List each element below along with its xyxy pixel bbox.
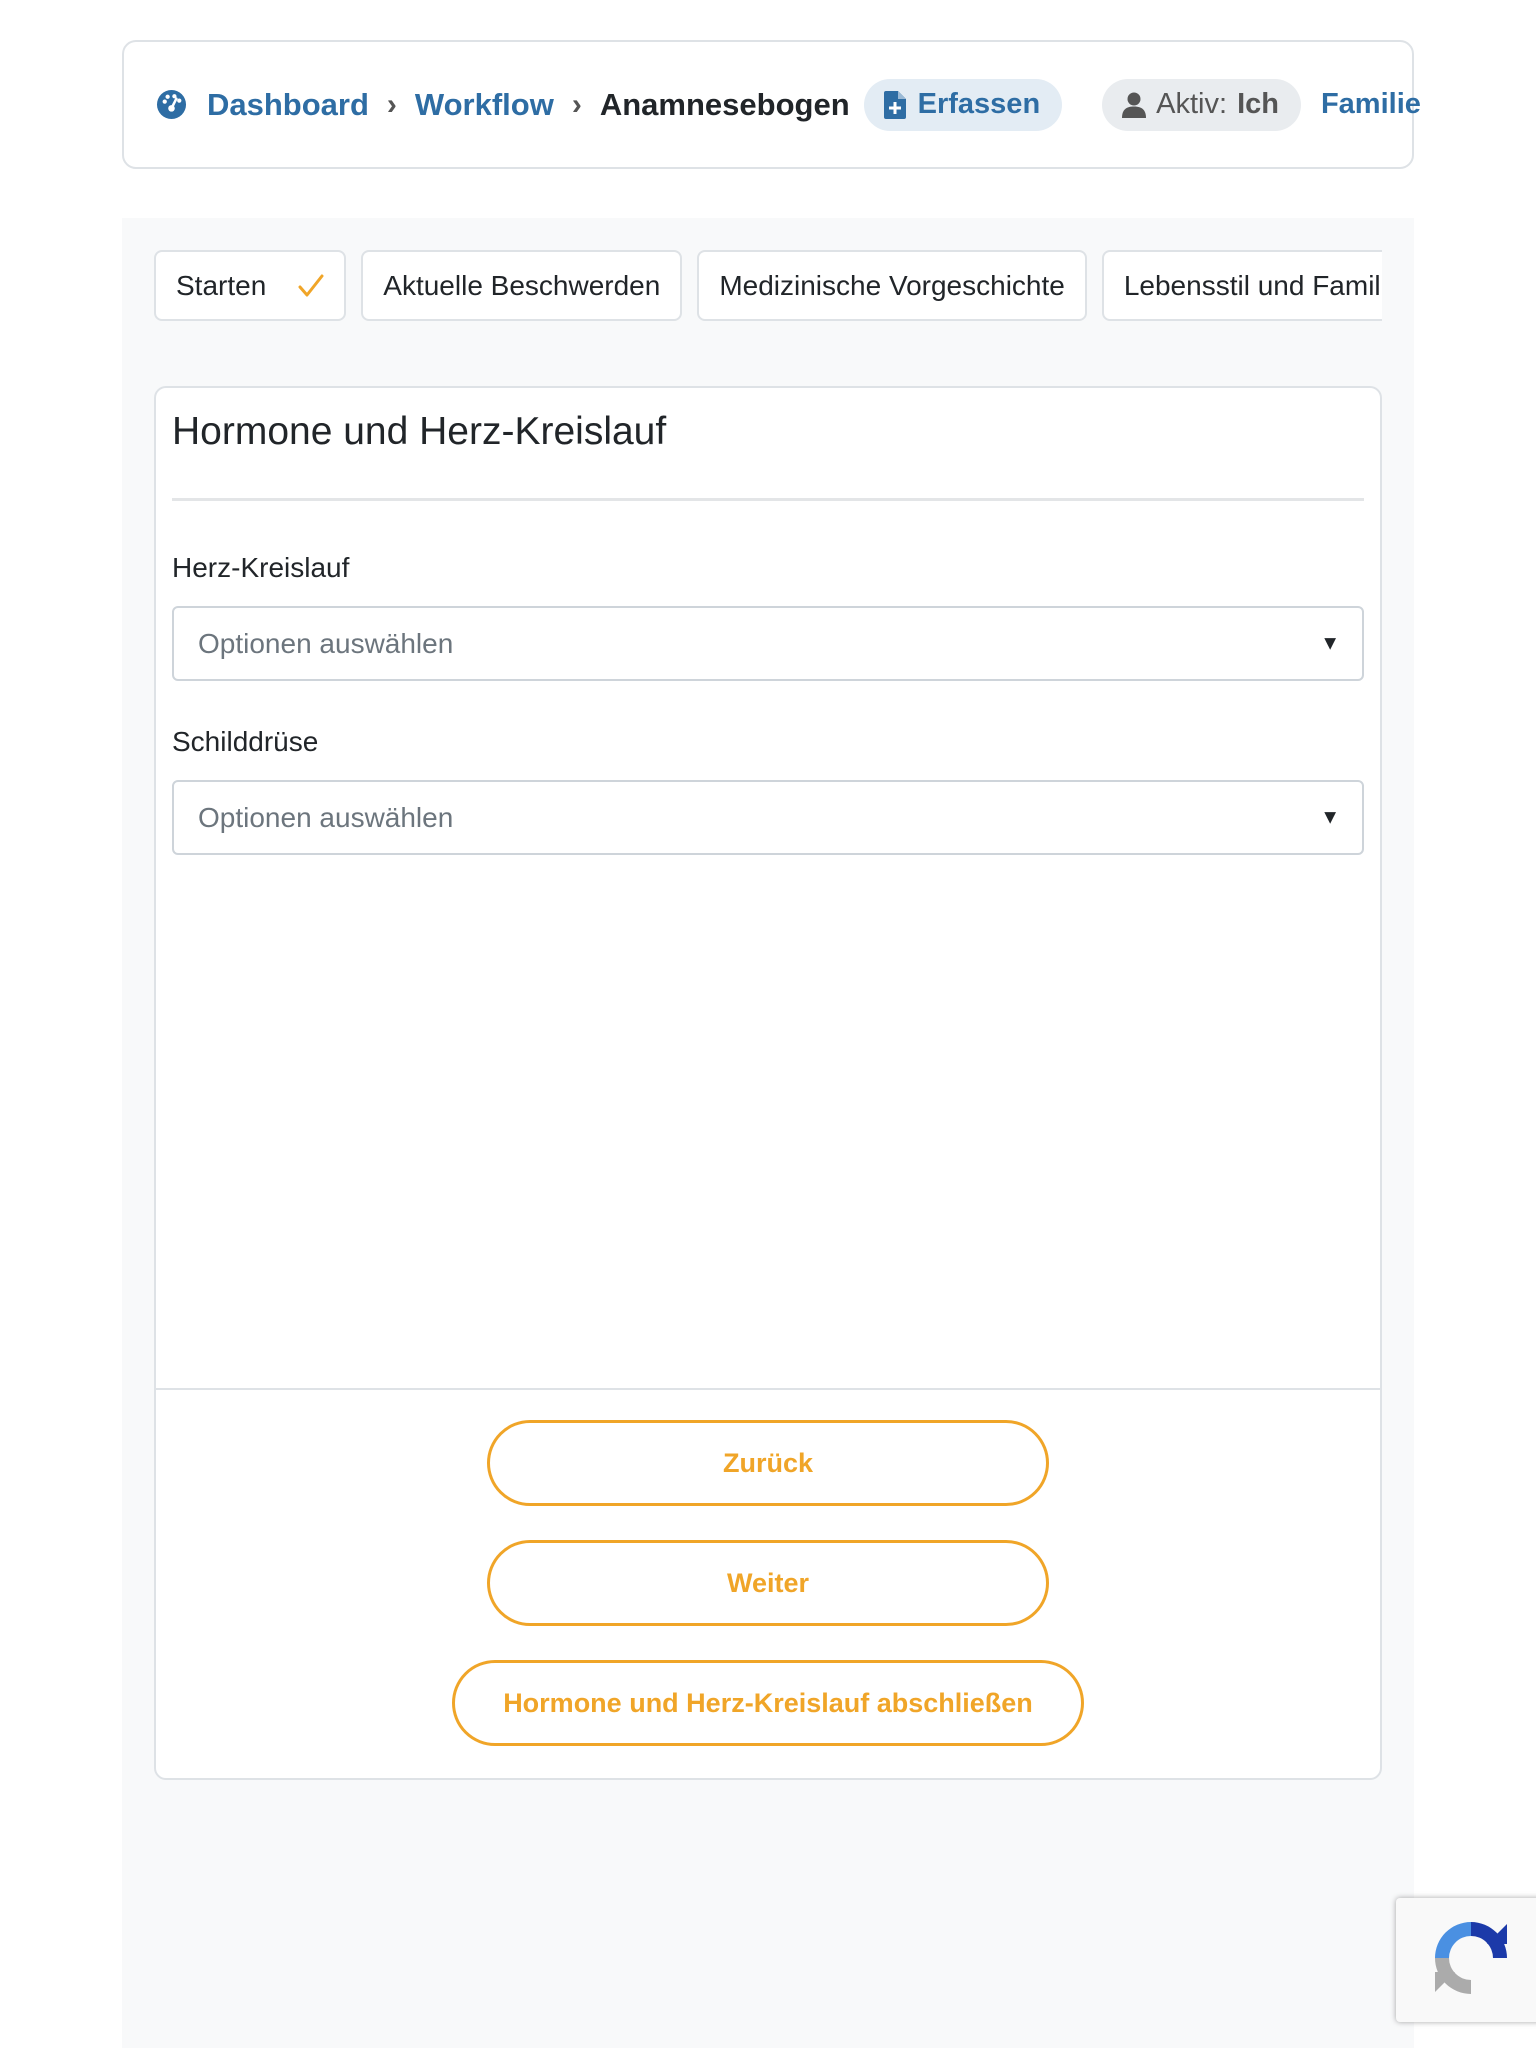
schilddruese-label: Schilddrüse	[172, 726, 319, 757]
breadcrumb-dashboard-link[interactable]: Dashboard	[207, 87, 369, 123]
herz-kreislauf-label: Herz-Kreislauf	[172, 552, 350, 583]
active-profile-badge: Aktiv: Ich	[1102, 78, 1301, 131]
recaptcha-badge[interactable]	[1396, 1898, 1536, 2022]
check-icon	[298, 274, 324, 298]
dashboard-gauge-icon[interactable]	[156, 89, 187, 120]
breadcrumb-workflow-link[interactable]: Workflow	[415, 87, 554, 123]
breadcrumb-current: Anamnesebogen	[599, 86, 850, 122]
finish-section-button[interactable]: Hormone und Herz-Kreislauf abschließen	[452, 1660, 1084, 1746]
erfassen-label: Erfassen	[917, 88, 1041, 120]
next-button[interactable]: Weiter	[487, 1540, 1049, 1626]
tab-starten[interactable]: Starten	[154, 250, 347, 321]
active-profile-label: Aktiv:	[1156, 88, 1228, 120]
tab-label: Medizinische Vorgeschichte	[719, 269, 1065, 301]
familie-link[interactable]: Familie	[1321, 88, 1421, 121]
tab-medizinische-vorgeschichte[interactable]: Medizinische Vorgeschichte	[697, 250, 1087, 321]
select-placeholder: Optionen auswählen	[198, 627, 454, 659]
select-placeholder: Optionen auswählen	[198, 801, 454, 833]
form-title: Hormone und Herz-Kreislauf	[172, 410, 667, 453]
recaptcha-logo-icon	[1429, 1916, 1513, 2005]
tab-lebensstil-und-familie[interactable]: Lebensstil und Familie	[1101, 250, 1382, 321]
back-button[interactable]: Zurück	[487, 1420, 1049, 1506]
caret-down-icon: ▼	[1320, 806, 1340, 828]
breadcrumb: Dashboard › Workflow › Anamnesebogen	[156, 87, 850, 123]
tab-label: Starten	[176, 269, 267, 301]
active-profile-value: Ich	[1237, 88, 1279, 120]
breadcrumb-separator: ›	[386, 87, 397, 121]
header-card: Dashboard › Workflow › Anamnesebogen Erf…	[122, 40, 1421, 169]
main-panel: Starten Aktuelle Beschwerden Medizinisch…	[122, 218, 1414, 2048]
herz-kreislauf-select[interactable]: Optionen auswählen ▼	[172, 606, 1364, 681]
caret-down-icon: ▼	[1320, 632, 1340, 654]
user-icon	[1122, 92, 1147, 118]
tab-label: Lebensstil und Familie	[1123, 269, 1382, 301]
file-add-icon	[883, 90, 906, 119]
breadcrumb-separator: ›	[571, 87, 582, 121]
schilddruese-select[interactable]: Optionen auswählen ▼	[172, 780, 1364, 855]
footer-divider	[156, 1388, 1380, 1390]
step-tabs: Starten Aktuelle Beschwerden Medizinisch…	[154, 250, 1382, 322]
tab-aktuelle-beschwerden[interactable]: Aktuelle Beschwerden	[361, 250, 683, 321]
erfassen-button[interactable]: Erfassen	[863, 78, 1063, 131]
title-divider	[172, 498, 1364, 501]
tab-label: Aktuelle Beschwerden	[383, 269, 661, 301]
form-card: Hormone und Herz-Kreislauf Herz-Kreislau…	[154, 386, 1382, 1780]
